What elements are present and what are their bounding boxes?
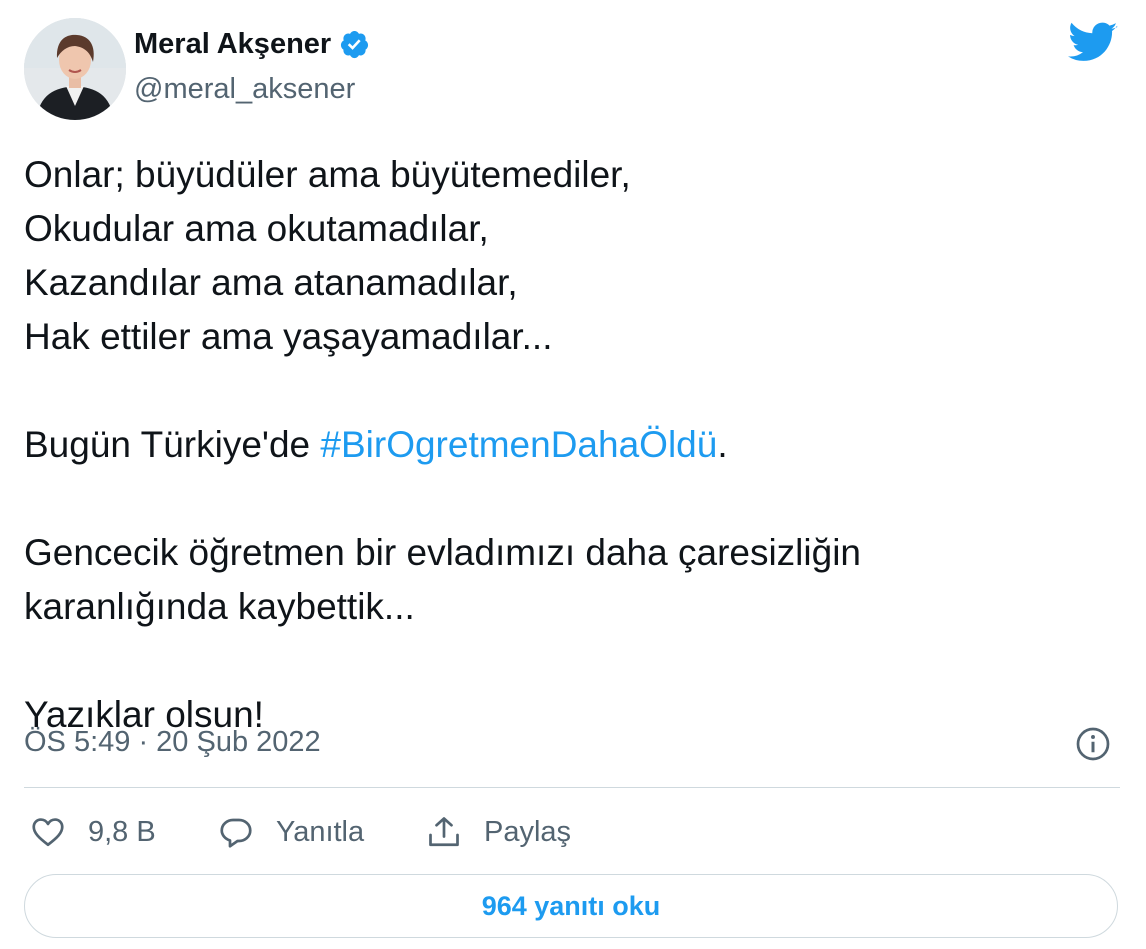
heart-icon <box>32 818 64 847</box>
reply-button[interactable]: Yanıtla <box>218 810 364 854</box>
hashtag-link[interactable]: #BirOgretmenDahaÖldü <box>320 424 717 465</box>
reply-bubble-icon <box>220 818 252 848</box>
author-handle[interactable]: @meral_aksener <box>134 73 355 106</box>
read-replies-button[interactable]: 964 yanıtı oku <box>24 874 1118 938</box>
tweet-line: Bugün Türkiye'de #BirOgretmenDahaÖldü. <box>24 418 1114 472</box>
divider <box>24 787 1120 788</box>
tweet-line: Gencecik öğretmen bir evladımızı daha ça… <box>24 532 861 573</box>
tweet-line: Kazandılar ama atanamadılar, <box>24 262 518 303</box>
share-button[interactable]: Paylaş <box>426 810 571 854</box>
info-icon[interactable] <box>1075 726 1111 762</box>
avatar[interactable] <box>24 18 126 120</box>
tweet-text-segment: . <box>717 424 728 465</box>
tweet-line: Hak ettiler ama yaşayamadılar... <box>24 316 553 357</box>
share-label: Paylaş <box>484 815 572 848</box>
author-name[interactable]: Meral Akşener <box>134 28 370 61</box>
like-button[interactable]: 9,8 B <box>30 810 156 854</box>
avatar-photo <box>24 18 126 120</box>
tweet-text: Onlar; büyüdüler ama büyütemediler, Okud… <box>24 148 1114 742</box>
tweet-text-segment: Bugün Türkiye'de <box>24 424 321 465</box>
twitter-bird-icon[interactable] <box>1068 22 1118 64</box>
tweet-timestamp[interactable]: ÖS 5:49 · 20 Şub 2022 <box>24 726 321 759</box>
share-icon <box>429 817 459 847</box>
author-name-text: Meral Akşener <box>134 28 332 60</box>
tweet-line: karanlığında kaybettik... <box>24 586 415 627</box>
tweet-line: Okudular ama okutamadılar, <box>24 208 489 249</box>
verified-badge-icon <box>341 30 369 59</box>
like-count: 9,8 B <box>88 815 156 848</box>
tweet-line: Onlar; büyüdüler ama büyütemediler, <box>24 154 631 195</box>
reply-label: Yanıtla <box>276 815 365 848</box>
